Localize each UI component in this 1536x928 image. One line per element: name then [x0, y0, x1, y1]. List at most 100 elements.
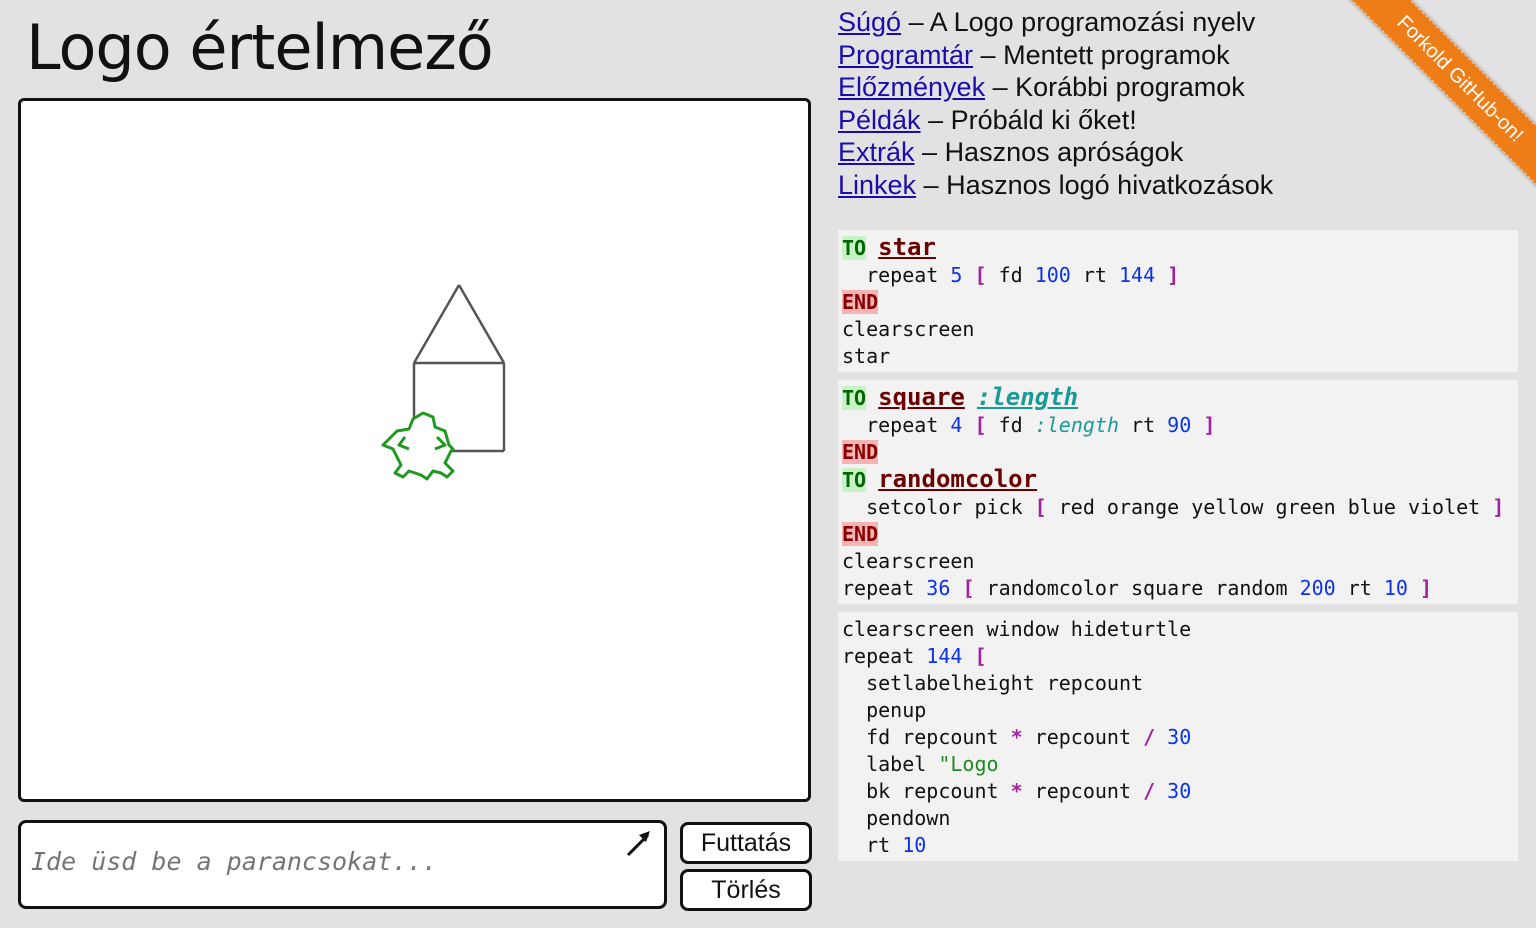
roof-right	[457, 284, 506, 364]
code-line: clearscreen	[842, 548, 1512, 575]
nav-link-help[interactable]: Súgó	[838, 7, 901, 37]
code-token: repeat	[842, 413, 951, 437]
example-code-1[interactable]: TO star repeat 5 [ fd 100 rt 144 ] END cle…	[838, 230, 1518, 372]
code-token: "Logo	[938, 752, 999, 776]
nav-menu: Súgó – A Logo programozási nyelv Program…	[838, 6, 1273, 201]
code-line: bk repcount * repcount / 30	[842, 778, 1512, 805]
code-token: :length	[1034, 413, 1119, 437]
run-button[interactable]: Futtatás	[680, 822, 812, 864]
code-line: setlabelheight repcount	[842, 670, 1512, 697]
code-token: randomcolor	[878, 465, 1038, 493]
expand-arrow-icon[interactable]	[622, 827, 654, 859]
code-token: rt	[1119, 413, 1168, 437]
code-token: ]	[1167, 263, 1180, 287]
example-code-3[interactable]: clearscreen window hideturtle repeat 144 …	[838, 612, 1518, 861]
code-token: 10	[902, 833, 927, 857]
code-line: star	[842, 343, 1512, 370]
code-line: setcolor pick [ red orange yellow green …	[842, 494, 1512, 521]
code-token: [	[1034, 495, 1047, 519]
code-line: END	[842, 439, 1512, 466]
github-fork-ribbon[interactable]: Forkold GitHub-on!	[1317, 0, 1536, 222]
code-line: repeat 4 [ fd :length rt 90 ]	[842, 412, 1512, 439]
code-token: repeat	[842, 576, 927, 600]
code-token: rt	[1335, 576, 1384, 600]
code-token: repcount	[1022, 725, 1144, 749]
command-input[interactable]	[29, 845, 623, 889]
code-line: TO square :length	[842, 384, 1512, 412]
code-line: END	[842, 521, 1512, 548]
nav-desc: Hasznos logó hivatkozások	[946, 169, 1274, 200]
code-line: repeat 36 [ randomcolor square random 20…	[842, 575, 1512, 602]
code-token: penup	[842, 698, 927, 722]
code-token: star	[878, 233, 936, 261]
nav-item: Extrák – Hasznos apróságok	[838, 136, 1273, 169]
code-token: 100	[1034, 263, 1071, 287]
code-line: clearscreen	[842, 316, 1512, 343]
code-token: randomcolor square random	[974, 576, 1300, 600]
code-token: 90	[1167, 413, 1192, 437]
code-token: END	[842, 440, 879, 464]
nav-link-links[interactable]: Linkek	[838, 170, 916, 200]
nav-desc: A Logo programozási nyelv	[929, 7, 1256, 37]
code-token: TO	[842, 468, 867, 492]
clear-button[interactable]: Törlés	[680, 869, 812, 911]
example-code-2[interactable]: TO square :length repeat 4 [ fd :length …	[838, 380, 1518, 604]
code-token: setcolor pick	[842, 495, 1035, 519]
nav-item: Programtár – Mentett programok	[838, 39, 1273, 72]
nav-desc: Próbáld ki őket!	[950, 104, 1137, 135]
code-token: ]	[1492, 495, 1505, 519]
code-token: 4	[950, 413, 963, 437]
nav-separator: –	[901, 7, 930, 37]
nav-link-extras[interactable]: Extrák	[838, 137, 915, 167]
nav-link-history[interactable]: Előzmények	[838, 72, 985, 102]
command-box[interactable]	[18, 820, 667, 909]
code-token: bk repcount	[842, 779, 1011, 803]
code-token: red orange yellow green blue violet	[1046, 495, 1493, 519]
code-token: pendown	[842, 806, 951, 830]
code-token: END	[842, 290, 879, 314]
code-token: 200	[1299, 576, 1336, 600]
code-line: label "Logo	[842, 751, 1512, 778]
nav-item: Linkek – Hasznos logó hivatkozások	[838, 169, 1273, 202]
code-line: rt 10	[842, 832, 1512, 859]
code-token: 5	[950, 263, 963, 287]
code-token: repeat	[842, 263, 951, 287]
code-token: repeat	[842, 644, 927, 668]
code-line: TO star	[842, 234, 1512, 262]
code-token: star	[842, 344, 891, 368]
nav-desc: Korábbi programok	[1015, 72, 1245, 102]
nav-desc: Mentett programok	[1003, 39, 1230, 70]
code-token: [	[974, 644, 987, 668]
code-token: rt	[842, 833, 903, 857]
code-token: clearscreen	[842, 317, 975, 341]
code-line: penup	[842, 697, 1512, 724]
nav-link-examples[interactable]: Példák	[838, 105, 921, 135]
roof-left	[412, 284, 461, 364]
code-token: repcount	[1022, 779, 1144, 803]
nav-link-library[interactable]: Programtár	[838, 40, 973, 70]
code-token: 144	[1119, 263, 1156, 287]
code-line: pendown	[842, 805, 1512, 832]
code-token: /	[1143, 725, 1156, 749]
nav-separator: –	[973, 39, 1004, 70]
code-token: fd repcount	[842, 725, 1011, 749]
nav-item: Előzmények – Korábbi programok	[838, 71, 1273, 104]
code-line: TO randomcolor	[842, 466, 1512, 494]
code-token: *	[1010, 779, 1023, 803]
code-token: clearscreen window hideturtle	[842, 617, 1192, 641]
code-line: repeat 5 [ fd 100 rt 144 ]	[842, 262, 1512, 289]
nav-item: Példák – Próbáld ki őket!	[838, 104, 1273, 137]
code-token: END	[842, 522, 879, 546]
nav-separator: –	[920, 104, 951, 135]
drawing-canvas[interactable]	[18, 98, 811, 802]
code-token: 30	[1167, 725, 1192, 749]
